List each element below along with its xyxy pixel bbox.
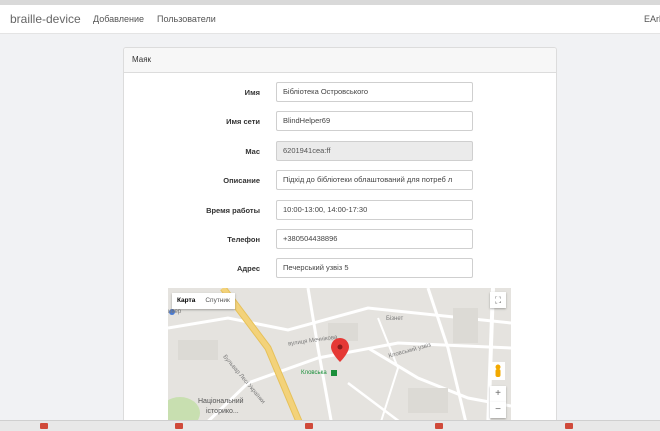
- navbar: braille-device Добавление Пользователи E…: [0, 5, 660, 34]
- label-description: Описание: [223, 176, 260, 185]
- mac-input: 6201941cea:ff: [276, 141, 473, 161]
- form-row-mac: Mac 6201941cea:ff: [124, 141, 556, 161]
- taskbar-item-icon[interactable]: [175, 423, 183, 429]
- address-input[interactable]: Печерський узвіз 5: [276, 258, 473, 278]
- network-name-input[interactable]: BlindHelper69: [276, 111, 473, 131]
- map-tab-satellite[interactable]: Спутник: [200, 293, 235, 309]
- taskbar-item-icon[interactable]: [40, 423, 48, 429]
- label-name: Имя: [244, 88, 260, 97]
- working-hours-input[interactable]: 10:00-13:00, 14:00-17:30: [276, 200, 473, 220]
- map-label-biznet: Бізнет: [386, 316, 404, 322]
- name-input[interactable]: Бібліотека Островського: [276, 82, 473, 102]
- map-label-museum-line1: Національний: [198, 398, 244, 405]
- map-type-tabs: Карта Спутник: [172, 293, 235, 309]
- phone-input[interactable]: +380504438896: [276, 229, 473, 249]
- taskbar-item-icon[interactable]: [305, 423, 313, 429]
- panel-title: Маяк: [124, 48, 556, 73]
- label-network-name: Имя сети: [226, 117, 260, 126]
- beacon-panel: Маяк Имя Бібліотека Островського Имя сет…: [123, 47, 557, 431]
- form-row-hours: Время работы 10:00-13:00, 14:00-17:30: [124, 200, 556, 220]
- zoom-out-button[interactable]: −: [490, 402, 506, 418]
- map-label-museum-line2: історико...: [206, 408, 239, 415]
- map-label-metro: Кловська: [301, 370, 327, 376]
- nav-user-menu[interactable]: EArl: [644, 14, 660, 24]
- taskbar-item-icon[interactable]: [565, 423, 573, 429]
- zoom-in-button[interactable]: +: [490, 386, 506, 402]
- taskbar: [0, 420, 660, 431]
- map-marker-icon[interactable]: [331, 338, 349, 362]
- map-tab-map[interactable]: Карта: [172, 293, 200, 309]
- map-label-edge: ивер: [168, 309, 182, 315]
- form-row-network: Имя сети BlindHelper69: [124, 111, 556, 131]
- form-row-address: Адрес Печерський узвіз 5: [124, 258, 556, 278]
- taskbar-item-icon[interactable]: [435, 423, 443, 429]
- nav-link-add[interactable]: Добавление: [93, 14, 144, 24]
- label-phone: Телефон: [227, 235, 260, 244]
- brand-logo[interactable]: braille-device: [10, 12, 81, 26]
- form-row-phone: Телефон +380504438896: [124, 229, 556, 249]
- label-mac: Mac: [245, 147, 260, 156]
- description-input[interactable]: Підхід до бібліотеки облаштований для по…: [276, 170, 473, 190]
- nav-link-users[interactable]: Пользователи: [157, 14, 216, 24]
- fullscreen-icon[interactable]: ⛶: [490, 292, 506, 308]
- location-map[interactable]: ивер Бульвар Лесі Українки вулиця Мечнік…: [168, 288, 511, 431]
- label-working-hours: Время работы: [206, 206, 260, 215]
- label-address: Адрес: [236, 264, 260, 273]
- form-row-description: Описание Підхід до бібліотеки облаштован…: [124, 170, 556, 190]
- pegman-icon[interactable]: [491, 362, 505, 380]
- form-row-name: Имя Бібліотека Островського: [124, 82, 556, 102]
